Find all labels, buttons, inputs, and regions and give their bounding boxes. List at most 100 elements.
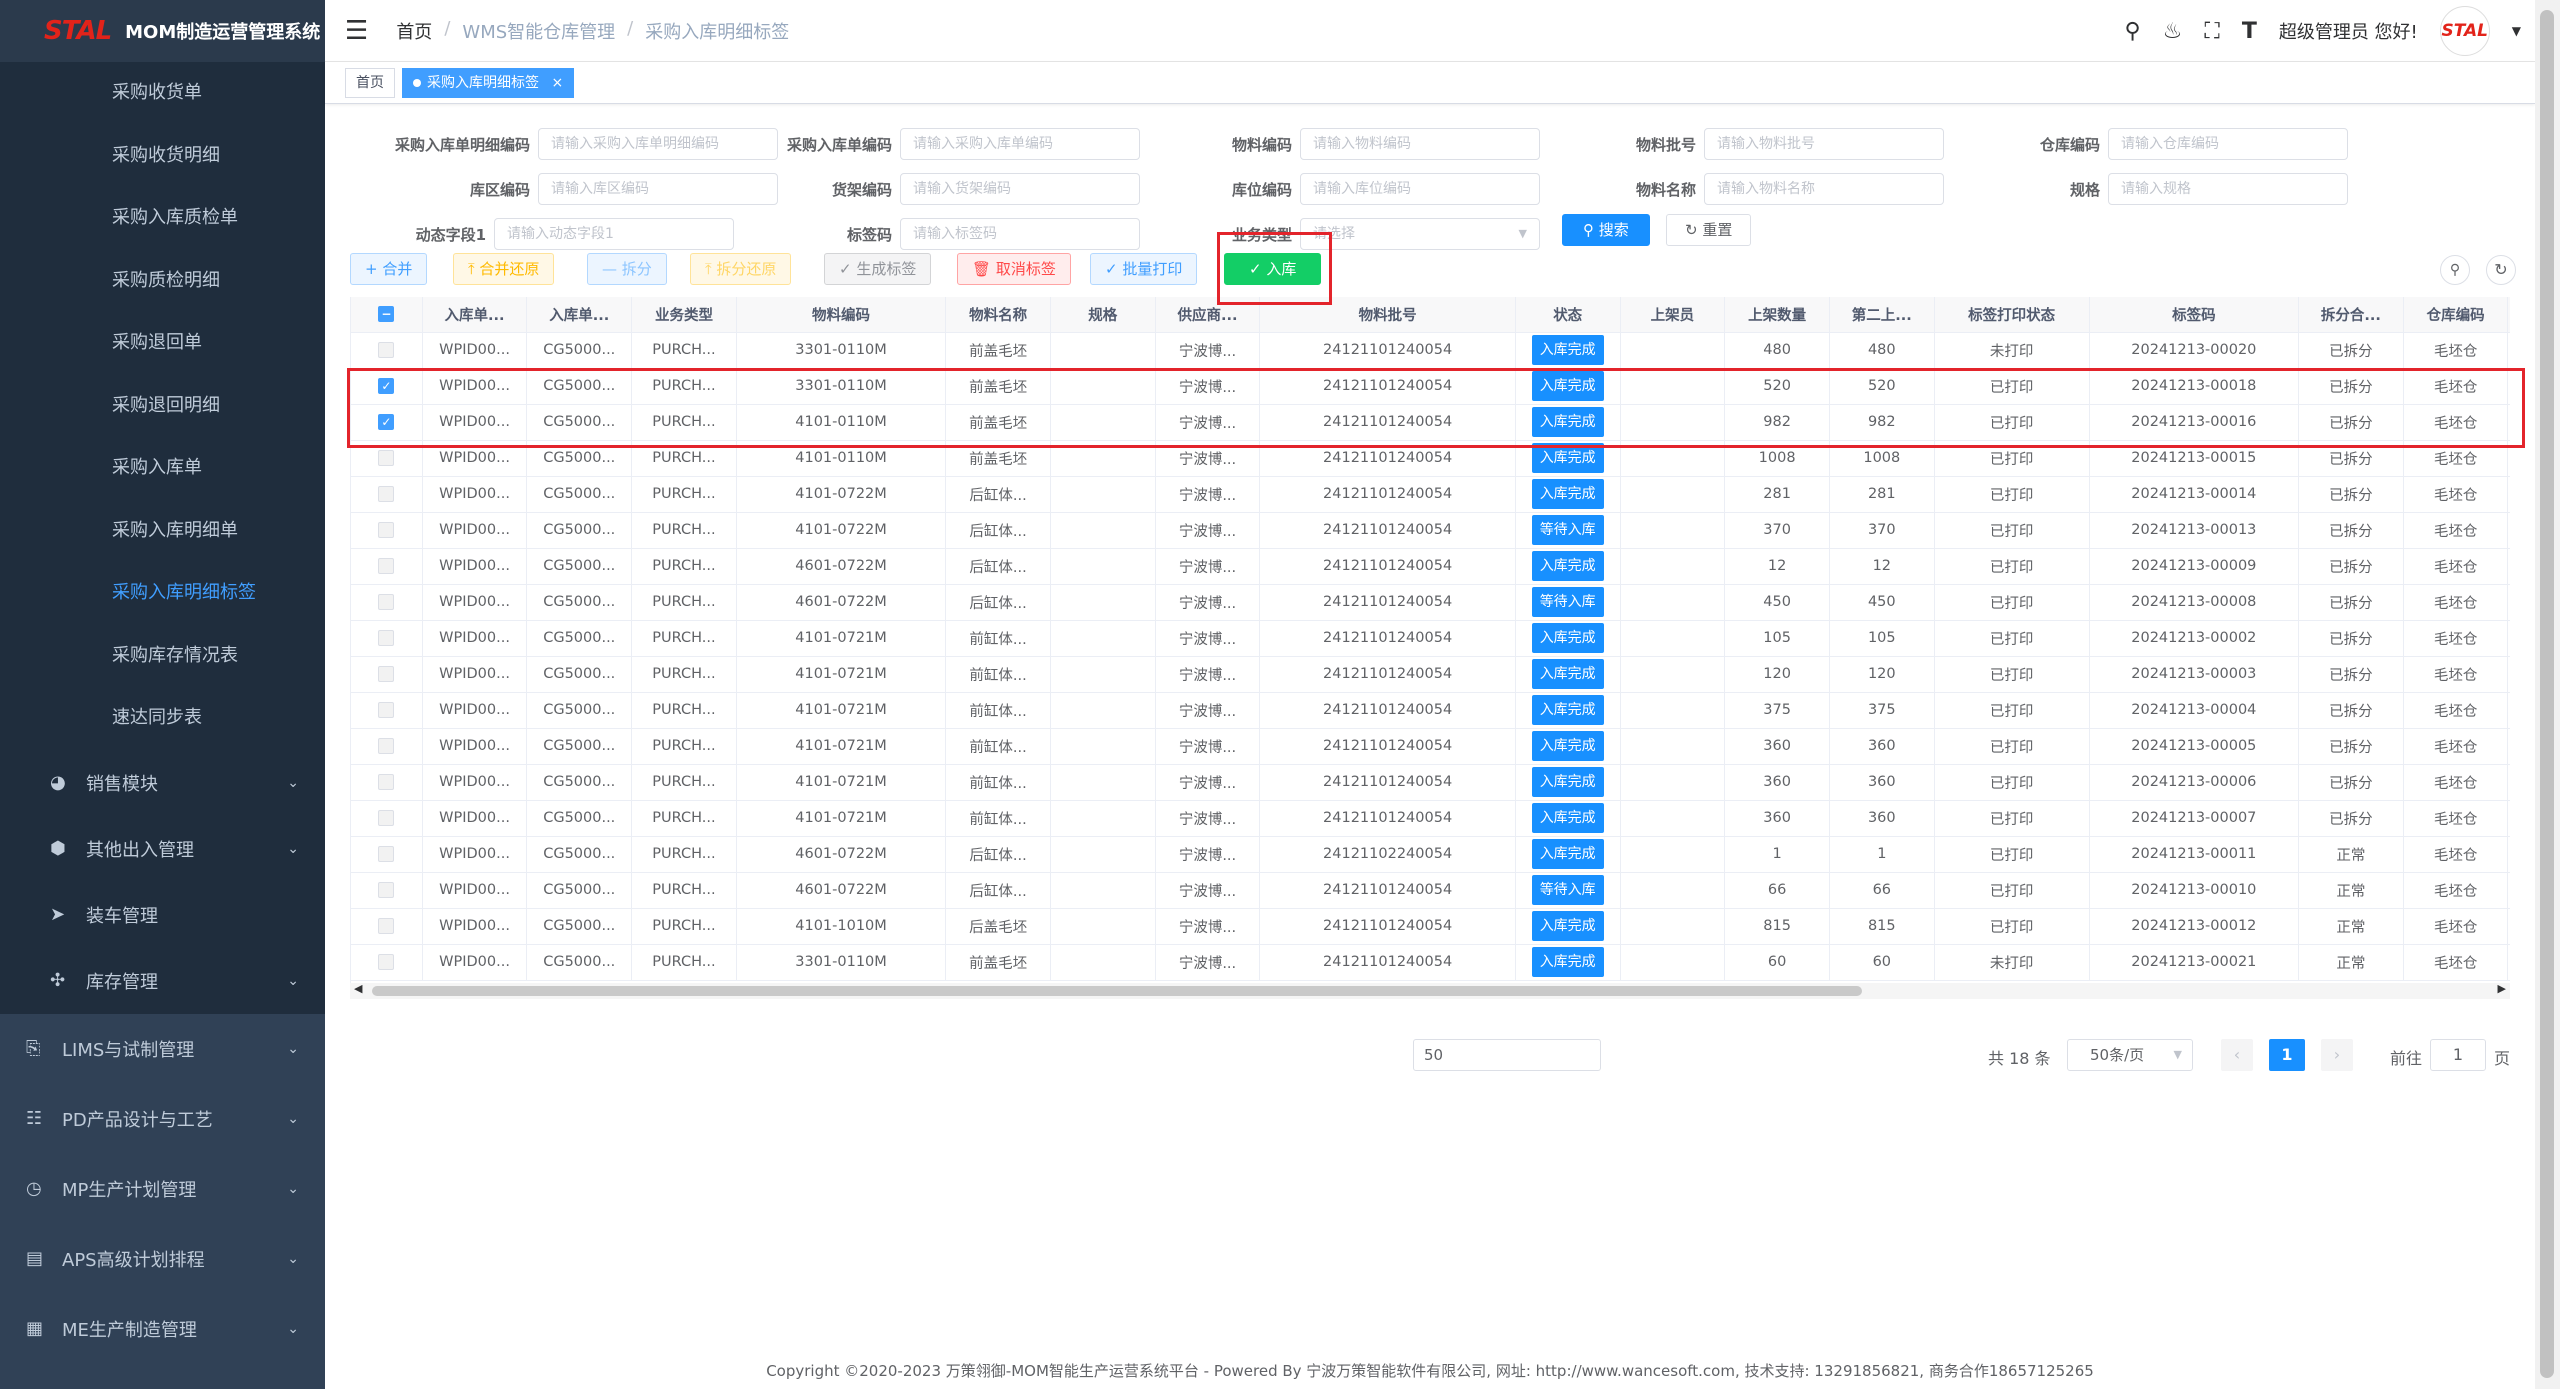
reset-button[interactable]: ↻ 重置 — [1666, 214, 1752, 246]
column-header[interactable]: 物料编码 — [736, 297, 947, 333]
search-button[interactable]: ⚲ 搜索 — [1562, 214, 1650, 246]
column-header[interactable]: 入库单... — [526, 297, 633, 333]
table-row[interactable]: WPID00... CG5000... PURCH... 3301-0110M 前盖毛坯… — [351, 332, 2510, 369]
tag-home[interactable]: 首页 — [345, 68, 395, 98]
column-header[interactable]: 拆分合... — [2298, 297, 2404, 333]
sidebar-group[interactable]: ➤ 装车管理 — [0, 881, 325, 948]
filter-input[interactable]: 请输入采购入库单编码 — [900, 128, 1140, 160]
table-row[interactable]: WPID00... CG5000... PURCH... 4601-0722M 后缸体.… — [351, 584, 2510, 621]
filter-input[interactable]: 请输入规格 — [2108, 173, 2348, 205]
row-checkbox[interactable] — [351, 692, 423, 729]
table-row[interactable]: WPID00... CG5000... PURCH... 4601-0722M 后缸体.… — [351, 872, 2510, 909]
breadcrumb-home[interactable]: 首页 — [396, 18, 432, 44]
column-header[interactable]: 标签码 — [2089, 297, 2300, 333]
bell-icon[interactable]: ♨ — [2163, 19, 2183, 44]
user-greeting[interactable]: 超级管理员 您好! — [2279, 18, 2418, 44]
row-checkbox[interactable] — [351, 656, 423, 693]
next-page-button[interactable]: › — [2321, 1039, 2353, 1071]
page-size-select[interactable]: 50条/页 ▼ — [2067, 1039, 2193, 1071]
prev-page-button[interactable]: ‹ — [2221, 1039, 2253, 1071]
filter-input[interactable]: 请输入物料批号 — [1704, 128, 1944, 160]
sidebar-item[interactable]: 采购退回明细 — [0, 374, 325, 437]
table-row[interactable]: WPID00... CG5000... PURCH... 4101-0721M 前缸体.… — [351, 620, 2510, 657]
page-input[interactable]: 50 — [1413, 1039, 1601, 1071]
row-checkbox[interactable] — [351, 584, 423, 621]
row-checkbox[interactable] — [351, 332, 423, 369]
split-restore-button[interactable]: ⤒ 拆分还原 — [690, 253, 792, 285]
sidebar-item[interactable]: 采购质检明细 — [0, 249, 325, 312]
row-checkbox[interactable] — [351, 908, 423, 945]
row-checkbox[interactable] — [351, 728, 423, 765]
filter-input[interactable]: 请输入动态字段1 — [494, 218, 734, 250]
sidebar-item[interactable]: 采购收货单 — [0, 62, 325, 125]
font-size-icon[interactable]: T — [2242, 19, 2257, 44]
filter-input[interactable]: 请输入采购入库单明细编码 — [538, 128, 778, 160]
sidebar-menu[interactable]: ▦ ME生产制造管理 ⌄ — [0, 1294, 325, 1364]
tag-current[interactable]: 采购入库明细标签 × — [402, 68, 575, 98]
column-header[interactable]: 规格 — [1050, 297, 1156, 333]
sidebar-menu[interactable]: ◷ MP生产计划管理 ⌄ — [0, 1154, 325, 1224]
sidebar-menu[interactable]: ☷ PD产品设计与工艺 ⌄ — [0, 1084, 325, 1154]
hamburger-icon[interactable]: ☰ — [345, 16, 368, 46]
sidebar-menu[interactable]: ▤ APS高级计划排程 ⌄ — [0, 1224, 325, 1294]
column-header[interactable]: 入库单... — [422, 297, 528, 333]
sidebar-item[interactable]: 采购入库明细单 — [0, 499, 325, 562]
sidebar-item[interactable]: 速达同步表 — [0, 687, 325, 750]
business-type-select[interactable]: 请选择 ▼ — [1300, 218, 1540, 250]
row-checkbox[interactable] — [351, 764, 423, 801]
table-row[interactable]: WPID00... CG5000... PURCH... 4601-0722M 后缸体.… — [351, 836, 2510, 873]
filter-input[interactable]: 请输入货架编码 — [900, 173, 1140, 205]
sidebar-item[interactable]: 采购入库明细标签 — [0, 562, 325, 625]
column-header[interactable]: 仓库编码 — [2403, 297, 2509, 333]
table-row[interactable]: WPID00... CG5000... PURCH... 4101-0721M 前缸体.… — [351, 764, 2510, 801]
table-row[interactable]: WPID00... CG5000... PURCH... 4101-0721M 前缸体.… — [351, 800, 2510, 837]
column-header[interactable]: 第二上... — [1829, 297, 1935, 333]
merge-restore-button[interactable]: ⤒ 合并还原 — [453, 253, 555, 285]
scroll-right-icon[interactable]: ▶ — [2498, 982, 2506, 995]
sidebar-group[interactable]: ◕ 销售模块 ⌄ — [0, 749, 325, 816]
avatar[interactable]: STAL — [2439, 6, 2490, 56]
split-button[interactable]: — 拆分 — [587, 253, 667, 285]
table-row[interactable]: WPID00... CG5000... PURCH... 4101-0721M 前缸体.… — [351, 656, 2510, 693]
merge-button[interactable]: + 合并 — [350, 253, 428, 285]
column-header[interactable]: 状态 — [1515, 297, 1621, 333]
sidebar-group[interactable]: ✣ 库存管理 ⌄ — [0, 947, 325, 1014]
sidebar-item[interactable]: 采购入库质检单 — [0, 187, 325, 250]
sidebar-item[interactable]: 采购库存情况表 — [0, 624, 325, 687]
horizontal-scrollbar[interactable]: ◀ ▶ — [350, 982, 2510, 999]
sidebar-item[interactable]: 采购入库单 — [0, 437, 325, 500]
row-checkbox[interactable] — [351, 620, 423, 657]
scroll-left-icon[interactable]: ◀ — [354, 982, 362, 995]
sidebar-group[interactable]: ⬢ 其他出入管理 ⌄ — [0, 815, 325, 882]
table-row[interactable]: WPID00... CG5000... PURCH... 4101-0721M 前缸体.… — [351, 692, 2510, 729]
table-row[interactable]: WPID00... CG5000... PURCH... 4101-0722M 后缸体.… — [351, 476, 2510, 513]
row-checkbox[interactable] — [351, 836, 423, 873]
row-checkbox[interactable] — [351, 548, 423, 585]
column-header[interactable]: 业务类型 — [631, 297, 737, 333]
column-header[interactable]: 物料名称 — [945, 297, 1051, 333]
row-checkbox[interactable] — [351, 944, 423, 981]
sidebar-item[interactable]: 采购收货明细 — [0, 124, 325, 187]
search-toggle-icon[interactable]: ⚲ — [2440, 255, 2470, 285]
filter-input[interactable]: 请输入仓库编码 — [2108, 128, 2348, 160]
column-header[interactable]: 标签打印状态 — [1934, 297, 2090, 333]
refresh-icon[interactable]: ↻ — [2486, 255, 2516, 285]
caret-down-icon[interactable]: ▼ — [2512, 24, 2521, 38]
sidebar-item[interactable]: 采购退回单 — [0, 312, 325, 375]
table-row[interactable]: WPID00... CG5000... PURCH... 3301-0110M 前盖毛坯… — [351, 944, 2510, 981]
row-checkbox[interactable] — [351, 476, 423, 513]
row-checkbox[interactable] — [351, 872, 423, 909]
gen-label-button[interactable]: ✓ 生成标签 — [824, 253, 932, 285]
filter-input[interactable]: 请输入标签码 — [900, 218, 1140, 250]
filter-input[interactable]: 请输入物料名称 — [1704, 173, 1944, 205]
column-header[interactable]: 库区 — [2507, 297, 2510, 333]
table-row[interactable]: WPID00... CG5000... PURCH... 4101-1010M 后盖毛坯… — [351, 908, 2510, 945]
table-row[interactable]: WPID00... CG5000... PURCH... 4101-0721M 前缸体.… — [351, 728, 2510, 765]
row-checkbox[interactable] — [351, 512, 423, 549]
vertical-scrollbar[interactable] — [2535, 0, 2560, 1389]
table-row[interactable]: WPID00... CG5000... PURCH... 4601-0722M 后缸体.… — [351, 548, 2510, 585]
cancel-label-button[interactable]: 🗑 取消标签 — [957, 253, 1071, 285]
search-icon[interactable]: ⚲ — [2125, 19, 2141, 44]
goto-input[interactable]: 1 — [2430, 1039, 2486, 1071]
filter-input[interactable]: 请输入物料编码 — [1300, 128, 1540, 160]
